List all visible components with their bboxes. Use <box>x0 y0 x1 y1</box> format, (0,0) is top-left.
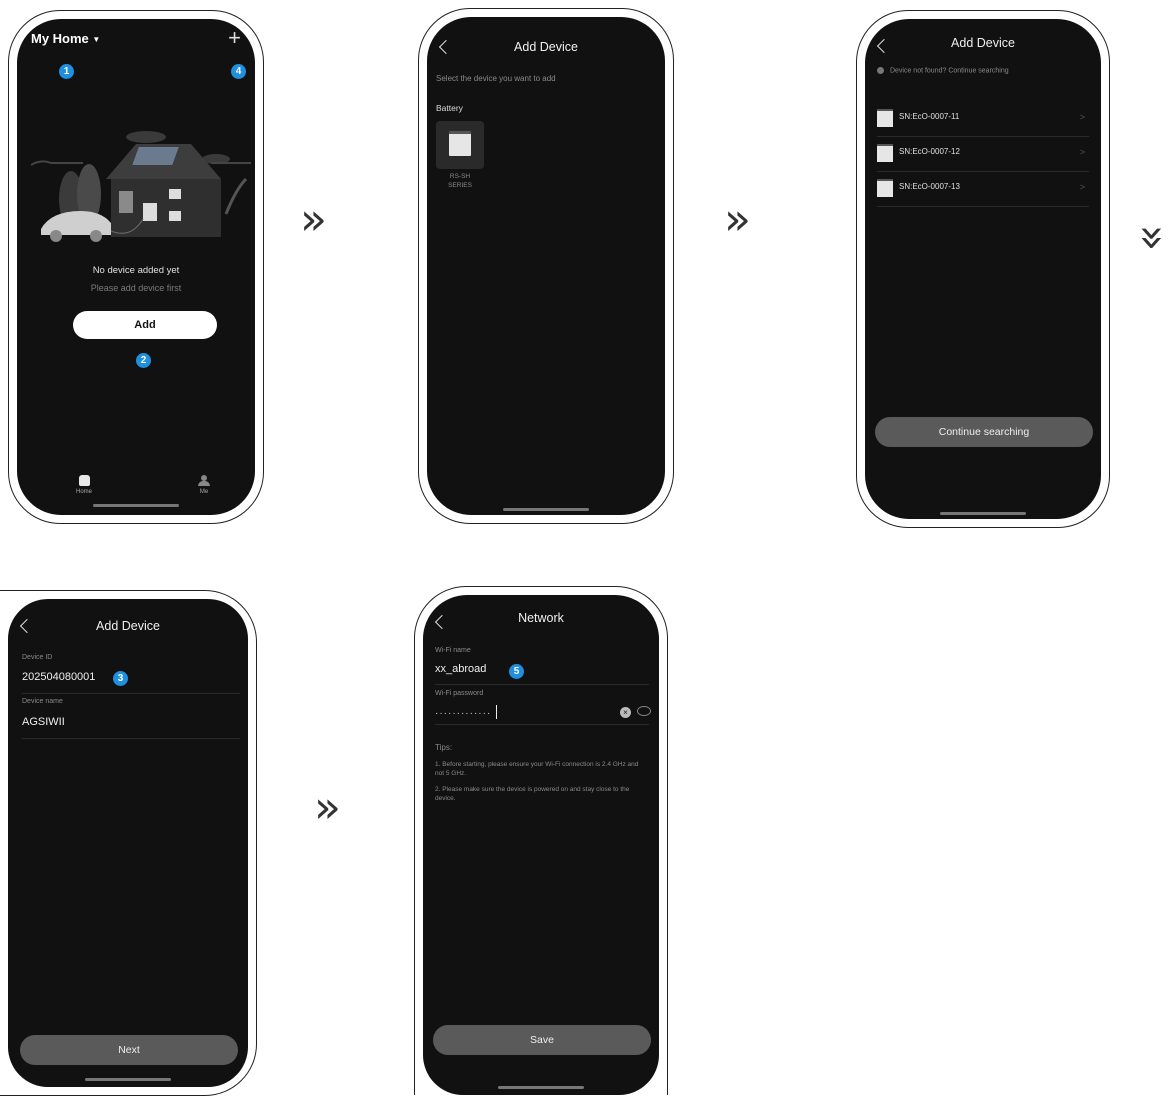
empty-subtitle: Please add device first <box>90 283 182 293</box>
wifi-password-label: Wi-Fi password <box>435 690 484 697</box>
chevron-right-icon: > <box>1079 112 1085 122</box>
clear-icon[interactable]: × <box>620 707 631 718</box>
person-icon <box>198 475 210 486</box>
home-indicator <box>85 1078 171 1081</box>
badge-5: 5 <box>509 664 524 679</box>
battery-icon <box>877 109 893 127</box>
device-serial: SN:EcO-0007-11 <box>899 112 960 121</box>
home-indicator <box>498 1086 584 1089</box>
list-item[interactable]: SN:EcO-0007-12 > <box>877 136 1089 172</box>
tip-2: 2. Please make sure the device is powere… <box>435 786 630 802</box>
home-indicator <box>940 512 1026 515</box>
step-arrow-down: » <box>1127 225 1173 252</box>
list-item[interactable]: SN:EcO-0007-11 > <box>877 101 1089 137</box>
search-notice-text: Device not found? Continue searching <box>889 67 1009 75</box>
house-illustration <box>31 131 251 242</box>
phone-device-form: Add Device Device ID 202504080001 3 Devi… <box>0 590 257 1096</box>
device-label-line1: RS-SH <box>449 173 471 180</box>
step-arrow-3: » <box>314 782 341 833</box>
home-screen: My Home ▼ + 1 4 No device added yet Plea… <box>17 19 255 515</box>
divider <box>22 693 240 694</box>
page-title: Add Device <box>514 40 578 54</box>
category-label: Battery <box>436 103 463 113</box>
network-screen: Network Wi-Fi name xx_abroad 5 Wi-Fi pas… <box>423 595 659 1095</box>
text-cursor <box>495 704 498 719</box>
badge-3: 3 <box>113 671 128 686</box>
home-selector[interactable]: My Home ▼ <box>31 31 100 46</box>
step-arrow-2: » <box>724 194 751 245</box>
tab-home-label: Home <box>75 489 92 495</box>
device-list-screen: Add Device Device not found? Continue se… <box>865 19 1101 519</box>
wifi-name-label: Wi-Fi name <box>435 647 471 654</box>
wifi-name-field[interactable]: xx_abroad <box>435 663 486 675</box>
empty-title: No device added yet <box>92 265 180 276</box>
device-label-line2: SERIES <box>448 182 472 189</box>
page-title: Add Device <box>96 619 160 633</box>
chevron-right-icon: > <box>1079 147 1085 157</box>
badge-1: 1 <box>59 64 74 79</box>
phone-network: Network Wi-Fi name xx_abroad 5 Wi-Fi pas… <box>414 586 668 1095</box>
page-title: Network <box>518 611 564 625</box>
tab-me-label: Me <box>199 489 209 495</box>
battery-icon <box>449 131 471 156</box>
device-name-label: Device name <box>22 698 63 705</box>
continue-searching-button[interactable]: Continue searching <box>875 417 1093 447</box>
step-arrow-1: » <box>300 194 327 245</box>
divider <box>435 684 649 685</box>
list-item[interactable]: SN:EcO-0007-13 > <box>877 171 1089 207</box>
divider <box>435 724 649 725</box>
chevron-right-icon: > <box>1079 182 1085 192</box>
home-icon <box>78 475 90 486</box>
device-form-screen: Add Device Device ID 202504080001 3 Devi… <box>8 599 248 1087</box>
tab-home[interactable]: Home <box>69 475 99 495</box>
add-plus-icon[interactable]: + <box>228 25 241 51</box>
select-device-screen: Add Device Select the device you want to… <box>427 17 665 515</box>
device-serial: SN:EcO-0007-13 <box>899 182 960 191</box>
home-indicator <box>503 508 589 511</box>
device-id-value: 202504080001 <box>22 671 96 683</box>
device-tile-rs-sh[interactable] <box>436 121 484 169</box>
battery-icon <box>877 144 893 162</box>
wifi-password-value: ············· <box>435 708 492 719</box>
eye-off-icon[interactable] <box>637 706 651 716</box>
tips-label: Tips: <box>435 743 453 752</box>
divider <box>22 738 240 739</box>
home-indicator <box>93 504 179 507</box>
add-button[interactable]: Add <box>73 311 217 339</box>
page-title: Add Device <box>951 36 1015 50</box>
device-name-field[interactable]: AGSIWII <box>22 716 65 728</box>
tip-1: 1. Before starting, please ensure your W… <box>435 761 639 777</box>
home-title: My Home <box>31 31 89 46</box>
phone-home: My Home ▼ + 1 4 No device added yet Plea… <box>8 10 264 524</box>
phone-select-device: Add Device Select the device you want to… <box>418 8 674 524</box>
instruction-text: Select the device you want to add <box>436 74 556 83</box>
save-button[interactable]: Save <box>433 1025 651 1055</box>
device-id-field[interactable]: 202504080001 <box>22 671 95 683</box>
spinner-icon <box>877 67 884 74</box>
tab-me[interactable]: Me <box>189 475 219 495</box>
phone-device-list: Add Device Device not found? Continue se… <box>856 10 1110 528</box>
device-id-label: Device ID <box>22 654 53 661</box>
next-button[interactable]: Next <box>20 1035 238 1065</box>
device-serial: SN:EcO-0007-12 <box>899 147 960 156</box>
badge-2: 2 <box>136 353 151 368</box>
caret-down-icon: ▼ <box>92 35 101 45</box>
search-notice[interactable]: Device not found? Continue searching <box>877 67 1009 74</box>
wifi-password-field[interactable]: ············· × <box>435 703 655 723</box>
battery-icon <box>877 179 893 197</box>
badge-4: 4 <box>231 64 246 79</box>
